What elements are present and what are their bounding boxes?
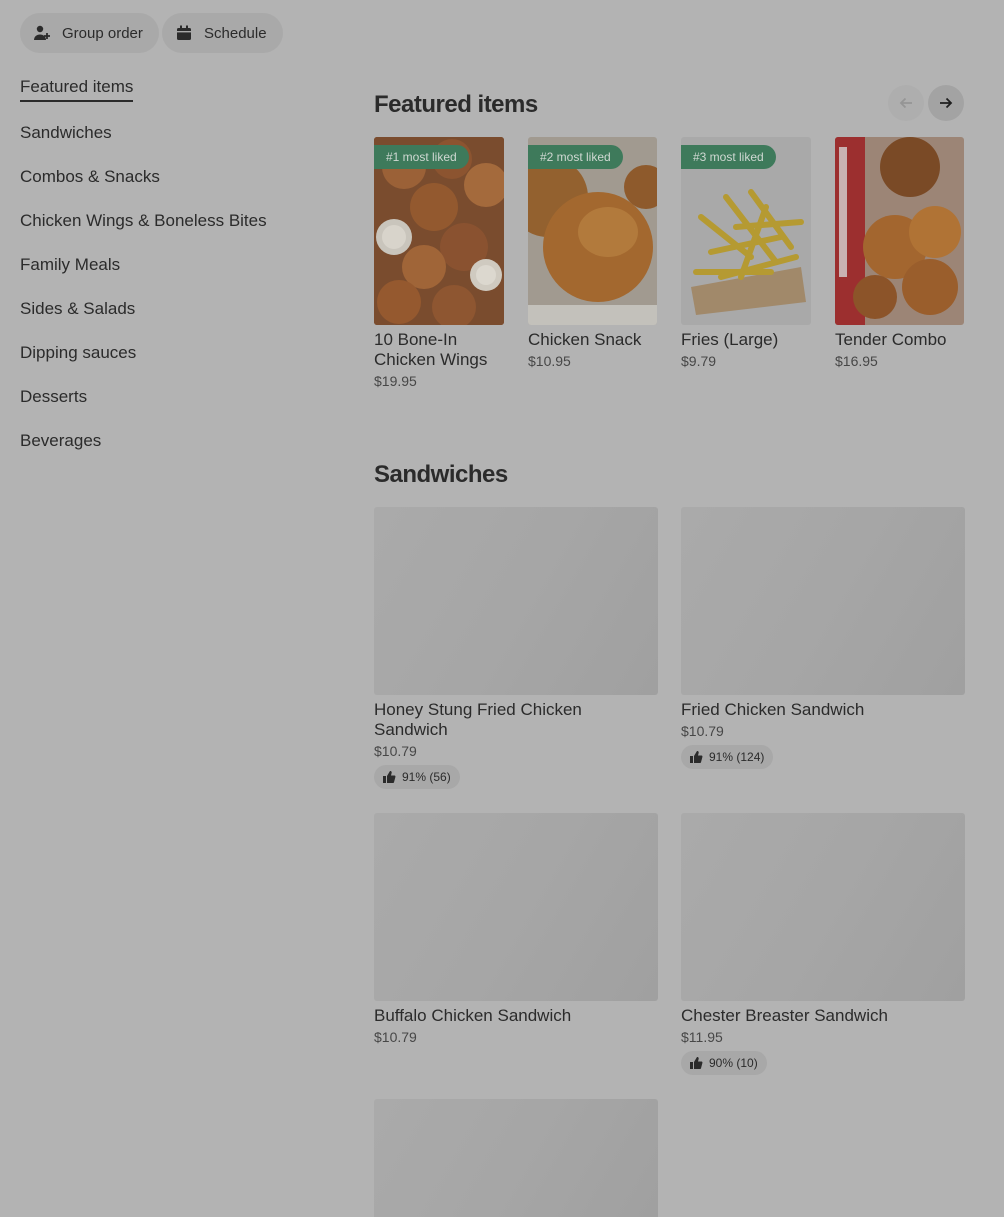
item-price: $11.95 [681,1029,723,1045]
nav-item-desserts[interactable]: Desserts [20,387,87,407]
group-order-button[interactable]: Group order [20,13,159,53]
item-image-placeholder [681,507,965,695]
item-image-placeholder [681,813,965,1001]
thumbs-up-icon [689,1056,703,1070]
item-name: Fried Chicken Sandwich [681,700,865,719]
item-name: Chicken Snack [528,330,642,349]
rating-badge: 91% (56) [374,765,460,789]
most-liked-badge: #1 most liked [374,145,469,169]
featured-item-card[interactable]: #1 most liked 10 Bone-In Chicken Wings $… [374,137,504,389]
rating-text: 91% (124) [709,750,765,764]
item-name: 10 Bone-In Chicken Wings [374,330,488,369]
nav-item-sides-salads[interactable]: Sides & Salads [20,299,135,319]
most-liked-badge: #3 most liked [681,145,776,169]
nav-item-featured-items[interactable]: Featured items [20,77,134,102]
nav-item-dipping-sauces[interactable]: Dipping sauces [20,343,136,363]
arrow-right-icon [938,95,954,111]
featured-item-card[interactable]: #3 most liked Fries (Large) $9.79 [681,137,811,369]
sandwiches-heading: Sandwiches [374,461,508,488]
item-image-placeholder [374,1099,658,1217]
item-image [835,137,964,325]
most-liked-badge: #2 most liked [528,145,623,169]
item-price: $10.95 [528,353,571,369]
menu-item-card[interactable]: Buffalo Chicken Sandwich $10.79 [374,813,658,1045]
item-name: Chester Breaster Sandwich [681,1006,888,1025]
item-price: $16.95 [835,353,878,369]
add-person-icon [32,23,52,43]
item-name: Tender Combo [835,330,947,349]
carousel-prev-button[interactable] [888,85,924,121]
schedule-label: Schedule [204,24,267,42]
thumbs-up-icon [382,770,396,784]
calendar-icon [174,23,194,43]
item-price: $10.79 [374,1029,417,1045]
item-price: $10.79 [374,743,417,759]
nav-item-chicken-wings[interactable]: Chicken Wings & Boneless Bites [20,211,267,231]
nav-item-family-meals[interactable]: Family Meals [20,255,120,275]
item-image-placeholder [374,507,658,695]
group-order-label: Group order [62,24,143,42]
item-image: #1 most liked [374,137,504,325]
rating-text: 90% (10) [709,1056,758,1070]
rating-text: 91% (56) [402,770,451,784]
nav-item-sandwiches[interactable]: Sandwiches [20,123,112,143]
featured-items-heading: Featured items [374,91,538,118]
menu-item-card[interactable] [374,1099,658,1217]
nav-item-combos-snacks[interactable]: Combos & Snacks [20,167,160,187]
rating-badge: 90% (10) [681,1051,767,1075]
menu-item-card[interactable]: Fried Chicken Sandwich $10.79 91% (124) [681,507,965,769]
item-price: $19.95 [374,373,417,389]
arrow-left-icon [898,95,914,111]
rating-badge: 91% (124) [681,745,774,769]
item-image: #3 most liked [681,137,811,325]
nav-item-beverages[interactable]: Beverages [20,431,101,451]
carousel-next-button[interactable] [928,85,964,121]
thumbs-up-icon [689,750,703,764]
schedule-button[interactable]: Schedule [162,13,283,53]
item-price: $9.79 [681,353,717,369]
item-price: $10.79 [681,723,724,739]
item-name: Honey Stung Fried Chicken Sandwich [374,700,582,739]
item-image: #2 most liked [528,137,657,325]
item-name: Fries (Large) [681,330,779,349]
item-image-placeholder [374,813,658,1001]
featured-item-card[interactable]: Tender Combo $16.95 [835,137,964,369]
item-name: Buffalo Chicken Sandwich [374,1006,572,1025]
menu-item-card[interactable]: Honey Stung Fried Chicken Sandwich $10.7… [374,507,658,789]
featured-item-card[interactable]: #2 most liked Chicken Snack $10.95 [528,137,657,369]
menu-item-card[interactable]: Chester Breaster Sandwich $11.95 90% (10… [681,813,965,1075]
